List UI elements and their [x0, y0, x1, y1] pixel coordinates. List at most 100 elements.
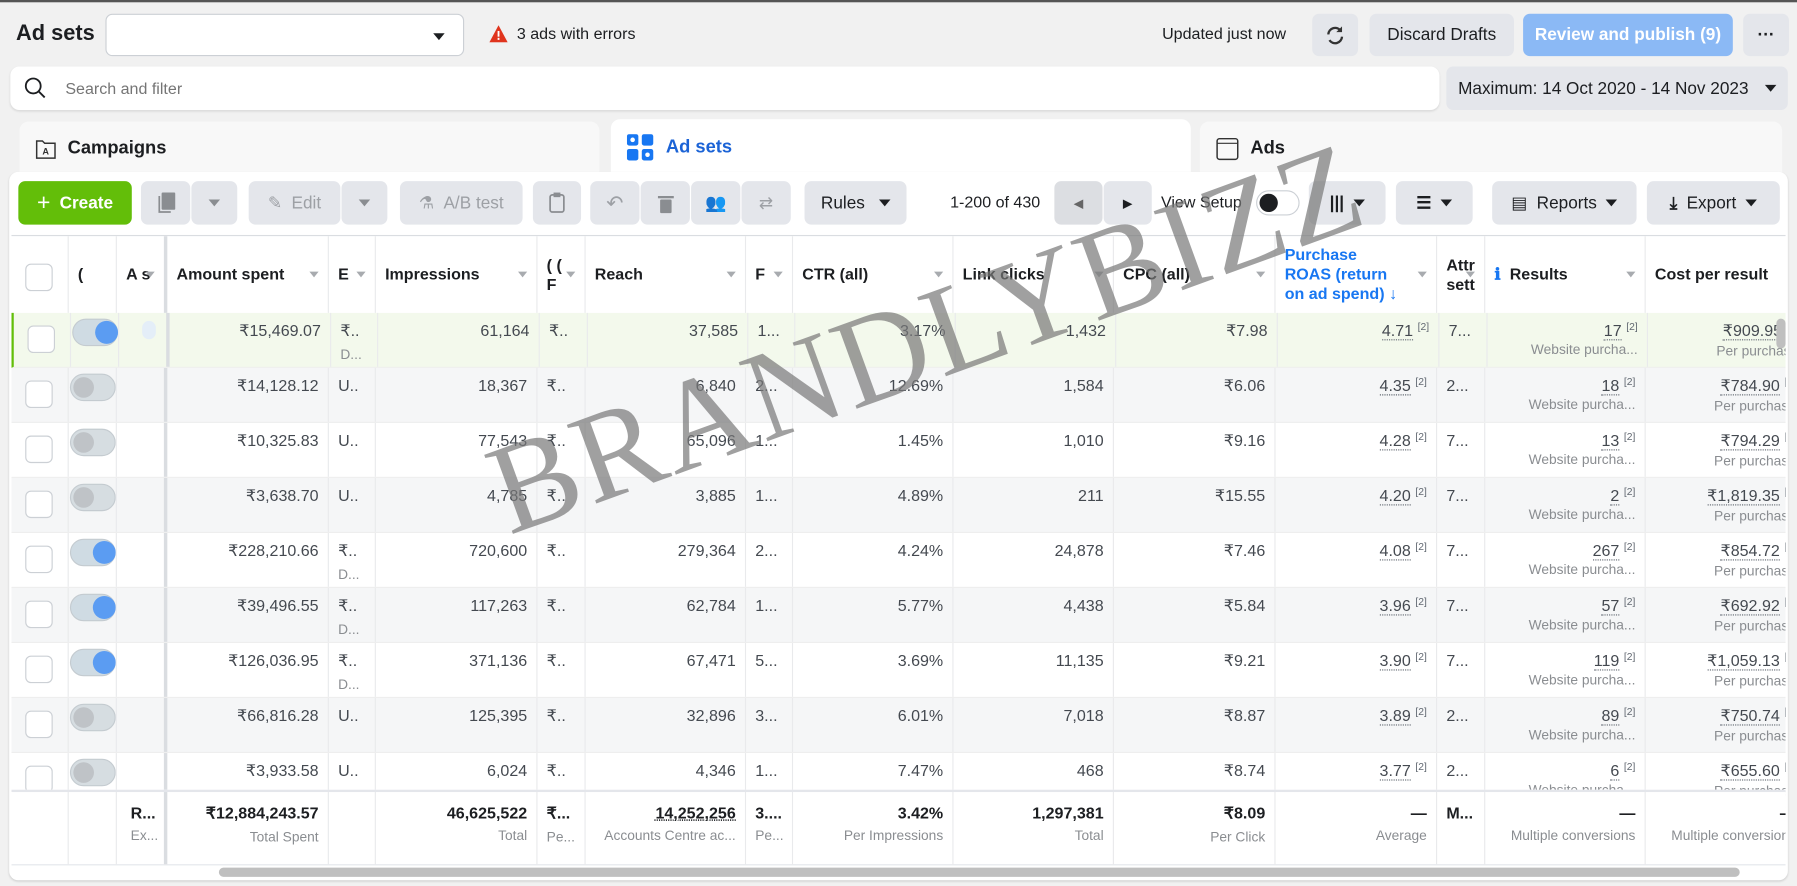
column-header[interactable]: Amount spent [167, 236, 329, 313]
status-toggle[interactable] [69, 758, 116, 787]
tab-ad-sets[interactable]: Ad sets [610, 119, 1191, 177]
search-input[interactable] [65, 79, 1326, 98]
status-toggle[interactable] [69, 593, 116, 622]
impr-value: 6,024 [487, 761, 528, 780]
roas-value: 4.20 [1379, 485, 1411, 506]
duplicate-dropdown[interactable] [191, 181, 238, 225]
status-toggle[interactable] [69, 428, 116, 457]
column-header[interactable]: Cost per result [1646, 236, 1786, 313]
totals-value: ₹8.09 [1223, 803, 1266, 822]
row-checkbox[interactable] [27, 325, 56, 354]
freq-cell: 2... [746, 532, 794, 587]
date-range-picker[interactable]: Maximum: 14 Oct 2020 - 14 Nov 2023 [1446, 66, 1788, 111]
refresh-button[interactable] [1312, 13, 1359, 57]
status-toggle[interactable] [69, 703, 116, 732]
search-bar[interactable] [10, 66, 1440, 111]
create-button[interactable]: + Create [18, 181, 132, 225]
discard-drafts-button[interactable]: Discard Drafts [1369, 13, 1514, 57]
row-checkbox[interactable] [25, 380, 53, 409]
column-header[interactable]: CTR (all) [793, 236, 954, 313]
column-header[interactable]: F [746, 236, 794, 313]
attr-value: 7... [1446, 541, 1469, 560]
horizontal-scrollbar[interactable] [218, 867, 1740, 877]
export-button[interactable]: ⤓ Export [1646, 181, 1780, 225]
totals-value: — [1655, 803, 1786, 821]
budget-cell: U.. [329, 422, 376, 477]
row-checkbox[interactable] [25, 600, 53, 629]
undo-button[interactable]: ↶ [590, 181, 640, 225]
row-checkbox[interactable] [25, 655, 53, 684]
table-row[interactable]: ₹15,469.07 ₹.. D... 61,164 ₹.. 37,585 1... 3.17… [11, 312, 1786, 368]
clicks-value: 4,438 [1063, 596, 1104, 615]
column-header[interactable]: ℹ Results [1485, 236, 1646, 313]
edit-button[interactable]: ✎ Edit [248, 181, 341, 225]
vertical-scrollbar[interactable] [1776, 318, 1786, 349]
status-toggle[interactable] [69, 648, 116, 677]
audience-button[interactable]: 👥 [691, 181, 741, 225]
tab-campaigns[interactable]: A Campaigns [19, 121, 600, 177]
row-checkbox[interactable] [25, 545, 53, 574]
status-toggle[interactable] [69, 483, 116, 512]
column-header[interactable]: Attr sett [1437, 236, 1486, 313]
next-page-button[interactable]: ▶ [1103, 181, 1152, 225]
reach-cell: 3,885 [586, 477, 747, 532]
table-row[interactable]: ₹66,816.28 U.. 125,395 ₹.. 32,896 3... 6.01% 7,… [11, 698, 1786, 754]
column-header[interactable]: Impressions [376, 236, 538, 313]
table-row[interactable]: ₹228,210.66 ₹.. D... 720,600 ₹.. 279,364 2... 4… [11, 532, 1786, 589]
duplicate-button[interactable] [140, 181, 191, 225]
cost-value: ₹692.92 [1720, 596, 1780, 616]
column-header[interactable]: A s [117, 236, 168, 313]
more-button[interactable]: ··· [1743, 13, 1789, 57]
table-row[interactable]: ₹126,036.95 ₹.. D... 371,136 ₹.. 67,471 5... 3.… [11, 643, 1786, 699]
breakdown-button[interactable]: ☰ [1395, 181, 1473, 225]
column-header[interactable]: Reach [586, 236, 747, 313]
status-toggle[interactable] [69, 538, 116, 567]
edit-dropdown[interactable] [341, 181, 388, 225]
review-publish-button[interactable]: Review and publish (9) [1523, 13, 1733, 57]
table-row[interactable]: ₹3,638.70 U.. 4,785 ₹.. 3,885 1... 4.89% 211 ₹15… [11, 477, 1786, 533]
sort-caret-icon [1256, 271, 1266, 278]
cpc-cell: ₹5.84 [1114, 588, 1276, 642]
reports-button[interactable]: ▤ Reports [1492, 181, 1637, 225]
sort-caret-icon [726, 271, 736, 278]
footnote-marker: [2] [1784, 431, 1785, 442]
prev-page-button[interactable]: ◀ [1054, 181, 1103, 225]
delete-button[interactable] [640, 181, 690, 225]
select-all-checkbox[interactable] [25, 263, 53, 291]
ctr-cell: 4.24% [793, 532, 954, 587]
view-setup-toggle[interactable] [1256, 190, 1300, 216]
column-header[interactable]: CPC (all) [1114, 236, 1276, 313]
row-checkbox[interactable] [25, 435, 53, 464]
amount-value: ₹14,128.12 [236, 375, 319, 395]
columns-button[interactable]: ||| [1308, 181, 1386, 225]
column-header[interactable]: Purchase ROAS (return on ad spend) ↓ [1276, 236, 1438, 313]
status-toggle[interactable] [69, 373, 116, 402]
amount-value: ₹10,325.83 [236, 430, 319, 450]
status-toggle[interactable] [72, 318, 119, 347]
column-header[interactable]: ( ( F [537, 236, 586, 313]
share-button[interactable]: ⇄ [741, 181, 791, 225]
row-checkbox[interactable] [25, 710, 53, 739]
row-checkbox[interactable] [25, 490, 53, 519]
impr-value: 125,395 [469, 706, 528, 725]
tab-ads[interactable]: Ads [1199, 121, 1783, 177]
totals-label: Per Impressions [843, 827, 944, 844]
name-cell [119, 312, 170, 367]
table-row[interactable]: ₹39,496.55 ₹.. D... 117,263 ₹.. 62,784 1... 5.7… [11, 588, 1786, 644]
errors-warning[interactable]: 3 ads with errors [489, 24, 635, 42]
ab-test-button[interactable]: ⚗ A/B test [399, 181, 523, 225]
ctr-cell: 3.69% [793, 643, 954, 697]
column-header[interactable]: Link clicks [954, 236, 1114, 313]
budget-value: ₹.. [340, 320, 360, 340]
table-row[interactable]: ₹10,325.83 U.. 77,543 ₹.. 65,096 1... 1.45% 1,0… [11, 422, 1786, 478]
cost-cell: ₹909.95[2]Per purchase [1648, 313, 1786, 367]
attr-cell: 7... [1437, 643, 1486, 697]
account-dropdown[interactable] [105, 13, 465, 57]
cost-cell: ₹750.74 [2] Per purchase [1646, 698, 1786, 752]
column-header[interactable]: E [329, 236, 376, 313]
table-row[interactable]: ₹14,128.12 U.. 18,367 ₹.. 6,840 2... 12.69% 1,5… [11, 367, 1786, 423]
result-sub: Website purcha... [1528, 616, 1636, 633]
clipboard-button[interactable] [532, 181, 582, 225]
rules-button[interactable]: Rules [804, 181, 907, 225]
column-header[interactable]: ( [69, 236, 117, 313]
